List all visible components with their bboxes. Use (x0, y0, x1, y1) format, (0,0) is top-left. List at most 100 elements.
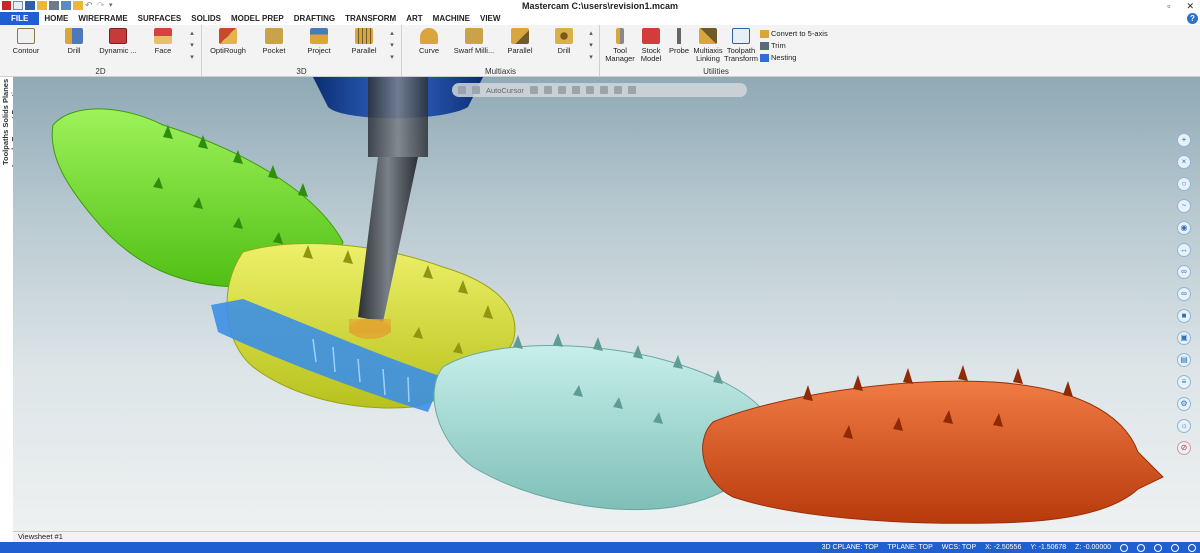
ribbon-group-3d: OptiRough Pocket Project Parallel ▴ ▾ ▾ 3D (202, 25, 402, 77)
parallel-3d-button[interactable]: Parallel (342, 28, 386, 55)
toolpath-transform-button[interactable]: Toolpath Transform (722, 28, 760, 63)
stock-model-icon (642, 28, 660, 44)
side-panel-tabs[interactable]: Toolpaths Solids Planes Levels Recent Fu… (0, 77, 28, 179)
refresh-icon[interactable] (627, 86, 636, 94)
globe-icon[interactable] (1120, 543, 1128, 552)
pocket-label: Pocket (262, 46, 286, 55)
menu-wireframe[interactable]: WIREFRAME (73, 12, 132, 25)
pocket-button[interactable]: Pocket (252, 28, 296, 55)
group-utilities-label: Utilities (703, 67, 729, 76)
toolpath-transform-label: Toolpath Transform (724, 46, 758, 63)
trim-button[interactable]: Trim (760, 40, 786, 51)
face-icon (154, 28, 172, 44)
dynamic-button[interactable]: Dynamic ... (96, 28, 140, 55)
select-icon[interactable] (529, 86, 538, 94)
settings-icon[interactable]: ⚙ (1177, 397, 1191, 411)
status-readouts: 3D CPLANE: TOP TPLANE: TOP WCS: TOP X: -… (822, 542, 1196, 553)
status-tplane[interactable]: TPLANE: TOP (888, 542, 933, 553)
stack-icon[interactable]: ▤ (1177, 353, 1191, 367)
graphics-viewport[interactable] (13, 77, 1200, 531)
link-icon[interactable]: ∞ (1177, 265, 1191, 279)
list-icon[interactable]: ≡ (1177, 375, 1191, 389)
probe-button[interactable]: Probe (666, 28, 692, 55)
nesting-button[interactable]: Nesting (760, 52, 796, 63)
ribbon-group-utilities: Tool Manager Stock Model Probe Multiaxis… (600, 25, 832, 77)
ribbon-multiaxis-scroll[interactable]: ▴ ▾ ▾ (587, 28, 595, 64)
menu-transform[interactable]: TRANSFORM (340, 12, 401, 25)
drill-multiaxis-icon (555, 28, 573, 44)
face-button[interactable]: Face (141, 28, 185, 55)
stock-model-button[interactable]: Stock Model (635, 28, 667, 63)
measure-icon[interactable]: ↔ (1177, 243, 1191, 257)
contour-button[interactable]: Contour (4, 28, 48, 55)
select-polygon-icon[interactable] (571, 86, 580, 94)
menu-view[interactable]: VIEW (475, 12, 505, 25)
menu-bar: FILE HOME WIREFRAME SURFACES SOLIDS MODE… (0, 12, 1200, 25)
wireframe-view-icon[interactable] (1154, 543, 1162, 552)
chain-icon[interactable]: ∞ (1177, 287, 1191, 301)
grid-icon[interactable] (599, 86, 608, 94)
view-sphere-icon[interactable] (1137, 543, 1145, 552)
swarf-milling-label: Swarf Milli... (453, 46, 495, 55)
shaded-view-icon[interactable] (1171, 543, 1179, 552)
tool-manager-button[interactable]: Tool Manager (603, 28, 637, 63)
curve-view-icon[interactable]: ~ (1177, 199, 1191, 213)
drill-multiaxis-button[interactable]: Drill (542, 28, 586, 55)
drill-button[interactable]: Drill (52, 28, 96, 55)
ribbon-3d-scroll[interactable]: ▴ ▾ ▾ (388, 28, 396, 64)
project-icon (310, 28, 328, 44)
multiaxis-linking-button[interactable]: Multiaxis Linking (691, 28, 725, 63)
menu-drafting[interactable]: DRAFTING (289, 12, 340, 25)
swarf-milling-button[interactable]: Swarf Milli... (452, 28, 496, 55)
select-chain-icon[interactable] (543, 86, 552, 94)
menu-home[interactable]: HOME (39, 12, 73, 25)
layer-icon[interactable]: ▣ (1177, 331, 1191, 345)
display-mode-icon[interactable] (1188, 543, 1196, 552)
lock-icon[interactable] (458, 86, 466, 94)
circle-icon[interactable]: ○ (1177, 177, 1191, 191)
status-cplane[interactable]: 3D CPLANE: TOP (822, 542, 879, 553)
status-wcs[interactable]: WCS: TOP (942, 542, 976, 553)
multiaxis-linking-icon (699, 28, 717, 44)
menu-machine[interactable]: MACHINE (428, 12, 475, 25)
project-button[interactable]: Project (297, 28, 341, 55)
ribbon-2d-scroll[interactable]: ▴ ▾ ▾ (188, 28, 196, 64)
curve-button[interactable]: Curve (407, 28, 451, 55)
eye-icon[interactable]: ◉ (1177, 221, 1191, 235)
status-y: -1.50678 (1038, 544, 1067, 551)
select-vector-icon[interactable] (585, 86, 594, 94)
menu-file[interactable]: FILE (0, 12, 40, 25)
ribbon-group-multiaxis: Curve Swarf Milli... Parallel Drill ▴ ▾ ▾ … (402, 25, 600, 77)
group-multiaxis-label: Multiaxis (484, 67, 517, 76)
scale-icon[interactable]: × (1177, 155, 1191, 169)
viewsheet-tab[interactable]: Viewsheet #1 (13, 531, 1200, 542)
title-bar: ↶ ↷ ▾ Mastercam C:\users\revision1.mcam … (0, 0, 1200, 12)
part-orange (702, 365, 1164, 524)
no-icon[interactable]: ⊘ (1177, 441, 1191, 455)
menu-model-prep[interactable]: MODEL PREP (226, 12, 289, 25)
optirough-button[interactable]: OptiRough (206, 28, 250, 55)
probe-label: Probe (668, 46, 689, 55)
menu-art[interactable]: ART (401, 12, 427, 25)
select-window-icon[interactable] (557, 86, 566, 94)
add-icon[interactable]: + (1177, 133, 1191, 147)
window-controls: ▫ ✕ (1167, 0, 1194, 12)
trim-icon (760, 41, 769, 50)
autocursor-icon[interactable] (472, 86, 480, 94)
menu-solids[interactable]: SOLIDS (186, 12, 226, 25)
curve-icon (420, 28, 438, 44)
menu-surfaces[interactable]: SURFACES (133, 12, 187, 25)
status-z-label: Z: (1075, 544, 1082, 551)
dynamic-label: Dynamic ... (99, 46, 137, 55)
sun-icon[interactable]: ☼ (1177, 419, 1191, 433)
autocursor-dropdown[interactable]: AutoCursor (486, 86, 524, 95)
close-button[interactable]: ✕ (1186, 0, 1194, 12)
convert-5-axis-label: Convert to 5-axis (771, 29, 828, 38)
rotate-icon[interactable] (613, 86, 622, 94)
parallel-multiaxis-button[interactable]: Parallel (498, 28, 542, 55)
convert-to-5-axis-button[interactable]: Convert to 5-axis (760, 28, 828, 39)
help-icon[interactable]: ? (1187, 13, 1198, 24)
status-bar: 3D CPLANE: TOP TPLANE: TOP WCS: TOP X: -… (0, 542, 1200, 553)
solid-icon[interactable]: ■ (1177, 309, 1191, 323)
restore-button[interactable]: ▫ (1167, 0, 1170, 12)
